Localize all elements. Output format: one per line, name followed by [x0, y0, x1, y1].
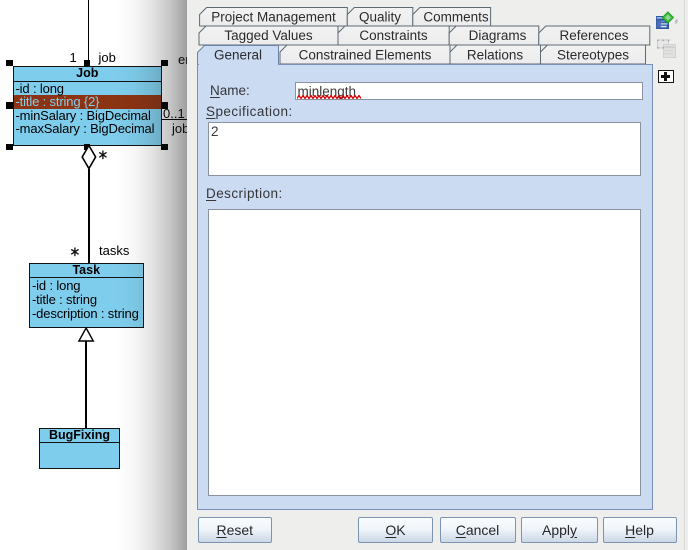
svg-text:Tagged Values: Tagged Values	[224, 28, 313, 43]
svg-text:Constraints: Constraints	[359, 28, 428, 43]
svg-text:Project Management: Project Management	[211, 10, 336, 25]
svg-text:Diagrams: Diagrams	[469, 28, 527, 43]
svg-text:General: General	[214, 48, 262, 63]
svg-text:Relations: Relations	[467, 48, 524, 63]
svg-text:Quality: Quality	[359, 10, 401, 25]
svg-text:Constrained Elements: Constrained Elements	[299, 48, 432, 63]
svg-text:Stereotypes: Stereotypes	[557, 48, 629, 63]
svg-text:Comments: Comments	[423, 10, 489, 25]
svg-text:References: References	[559, 28, 628, 43]
